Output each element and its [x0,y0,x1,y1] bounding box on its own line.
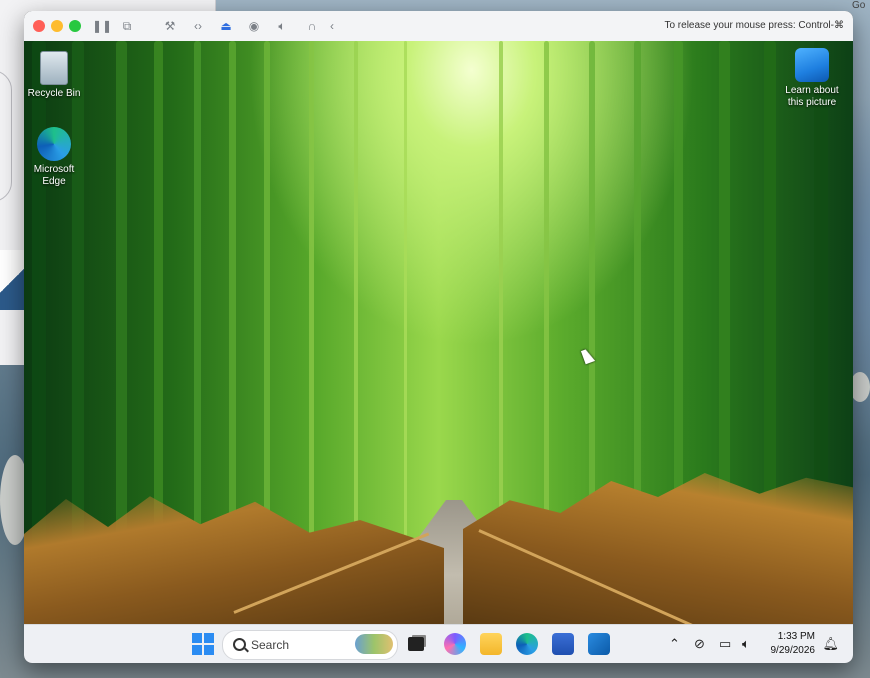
info-picture-icon [795,48,829,82]
windows-start-icon[interactable] [192,633,214,655]
task-view-icon[interactable] [408,637,424,651]
show-hidden-icons-chevron-icon[interactable]: ⌃ [669,636,680,652]
vm-window[interactable]: ❚❚ ⧉ ⚒ ‹› ⏏ ◉ 🔈︎ ∩ ‹ To release your mou… [24,11,853,663]
clock-date: 9/29/2026 [770,645,816,656]
windows-desktop[interactable]: Recycle Bin Microsoft Edge Learn about t… [24,41,853,625]
host-rock [850,372,870,402]
snapshot-icon[interactable]: ⧉ [119,18,135,34]
file-explorer-icon[interactable] [480,633,502,655]
microsoft-edge[interactable]: Microsoft Edge [24,127,87,188]
close-button[interactable] [33,20,45,32]
store-icon[interactable] [552,633,574,655]
search-placeholder: Search [251,638,290,652]
host-window-control [0,70,12,202]
windows-taskbar[interactable]: Search ⌃ ⊘ ▭ 🔈︎ 1:33 PM 9/29/2026 🔔︎ [24,624,853,663]
speaker-icon[interactable]: 🔈︎ [742,636,750,652]
dry-grass-right [463,473,853,625]
edge-icon[interactable] [516,633,538,655]
outlook-icon[interactable] [588,633,610,655]
vm-titlebar[interactable]: ❚❚ ⧉ ⚒ ‹› ⏏ ◉ 🔈︎ ∩ ‹ To release your mou… [24,11,853,42]
network-offline-icon[interactable]: ⊘ [694,636,705,652]
notifications-bell-icon[interactable]: 🔔︎ [822,636,839,652]
copilot-icon[interactable] [444,633,466,655]
code-icon[interactable]: ‹› [190,18,206,34]
release-mouse-hint: To release your mouse press: Control-⌘ [664,20,844,31]
microsoft-edge-label: Microsoft Edge [33,164,75,187]
camera-icon[interactable]: ◉ [246,18,262,34]
learn-about-picture-label: Learn about this picture [785,85,839,108]
clock-time: 1:33 PM [777,631,815,642]
display-icon[interactable]: ▭ [719,636,731,652]
search-icon [233,638,246,651]
drive-icon[interactable]: ⏏ [218,18,234,34]
search-highlight-image [355,634,393,654]
back-chevron-icon[interactable]: ‹ [324,18,340,34]
minimize-button[interactable] [51,20,63,32]
pause-icon[interactable]: ❚❚ [92,18,112,34]
learn-about-picture[interactable]: Learn about this picture [780,48,844,109]
taskbar-search-box[interactable]: Search [222,630,398,660]
headphones-icon[interactable]: ∩ [304,18,320,34]
taskbar-clock[interactable]: 1:33 PM 9/29/2026 [771,630,816,658]
wrench-icon[interactable]: ⚒ [162,18,178,34]
zoom-button[interactable] [69,20,81,32]
host-corner-text: Go [852,0,866,11]
edge-icon [37,127,71,161]
recycle-bin-label: Recycle Bin [27,88,81,99]
recycle-bin-icon [40,51,68,85]
host-window-graphic [0,250,26,310]
volume-icon[interactable]: 🔈︎ [274,18,290,34]
recycle-bin[interactable]: Recycle Bin [24,51,87,100]
